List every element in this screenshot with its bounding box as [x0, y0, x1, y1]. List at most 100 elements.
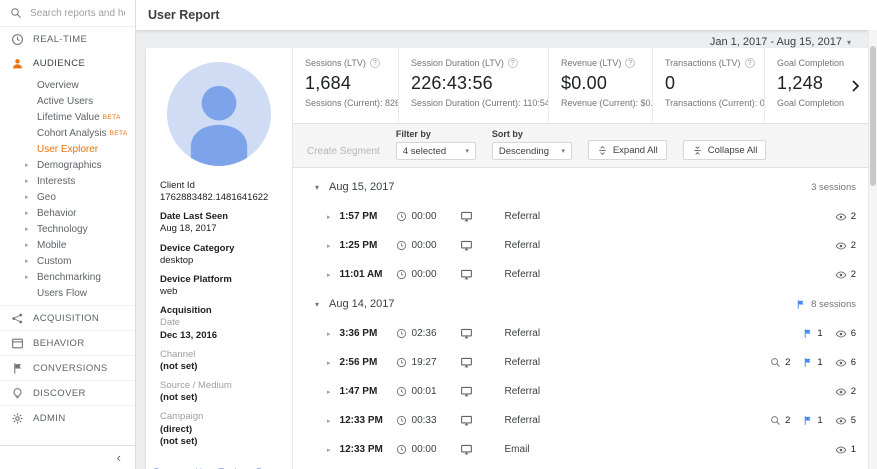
filter-by-group: Filter by 4 selected ▾ [396, 129, 476, 160]
sidebar-item-benchmarking[interactable]: ▸ Benchmarking [0, 269, 135, 285]
desktop-icon [460, 385, 473, 398]
expand-icon: ▸ [25, 241, 29, 249]
help-icon[interactable]: ? [745, 58, 755, 68]
session-duration: 00:00 [412, 444, 456, 455]
sidebar-item-behavior[interactable]: ▸Behavior [0, 205, 135, 221]
row-expand-icon[interactable]: ▸ [327, 271, 331, 279]
session-group-header[interactable]: ▾ Aug 15, 2017 3 sessions [293, 172, 856, 202]
expand-icon: ▸ [25, 273, 29, 281]
expand-all-button[interactable]: Expand All [588, 140, 667, 160]
sort-by-select[interactable]: Descending ▾ [492, 142, 572, 160]
sidebar-item-technology[interactable]: ▸Technology [0, 221, 135, 237]
sidebar-item-acquisition[interactable]: ACQUISITION [0, 305, 135, 330]
sidebar-item-active-users[interactable]: Active Users [0, 93, 135, 109]
session-duration: 02:36 [412, 328, 456, 339]
vertical-scrollbar[interactable] [868, 30, 877, 469]
sort-by-group: Sort by Descending ▾ [492, 129, 572, 160]
sidebar-item-overview[interactable]: Overview [0, 77, 135, 93]
pageviews-badge: 2 [835, 240, 856, 252]
row-expand-icon[interactable]: ▸ [327, 242, 331, 250]
sidebar-item-discover[interactable]: DISCOVER [0, 380, 135, 405]
clock-icon [396, 386, 407, 397]
session-row[interactable]: ▸ 11:01 AM 00:00 Referral 2 [293, 260, 856, 289]
sidebar-item-behavior-section[interactable]: BEHAVIOR [0, 330, 135, 355]
sidebar-item-label: DISCOVER [33, 388, 86, 399]
expand-icon: ▸ [25, 177, 29, 185]
group-session-count: 3 sessions [811, 182, 856, 193]
row-expand-icon[interactable]: ▸ [327, 388, 331, 396]
sidebar-item-interests[interactable]: ▸Interests [0, 173, 135, 189]
help-icon[interactable]: ? [508, 58, 518, 68]
sidebar-item-label: ADMIN [33, 413, 66, 424]
row-expand-icon[interactable]: ▸ [327, 330, 331, 338]
collapse-group-icon[interactable]: ▾ [315, 183, 319, 192]
scrollbar-thumb[interactable] [870, 46, 876, 186]
sort-by-label: Sort by [492, 129, 572, 139]
session-time: 1:47 PM [340, 386, 396, 397]
clock-icon [396, 328, 407, 339]
metric-label: Transactions (LTV) [665, 58, 741, 68]
desktop-icon [460, 268, 473, 281]
metric-value: 226:43:56 [411, 73, 536, 94]
filter-by-select[interactable]: 4 selected ▾ [396, 142, 476, 160]
sidebar-item-users-flow[interactable]: Users Flow [0, 285, 135, 301]
profile-fields: Client Id 1762883482.1481641622 Date Las… [146, 170, 292, 455]
metric-sub: Sessions (Current): 826 [305, 98, 386, 108]
session-row[interactable]: ▸ 12:33 PM 00:33 Referral 2 1 5 [293, 406, 856, 435]
session-group-header[interactable]: ▾ Aug 14, 2017 8 sessions [293, 289, 856, 319]
session-row[interactable]: ▸ 1:25 PM 00:00 Referral 2 [293, 231, 856, 260]
desktop-icon [460, 327, 473, 340]
sidebar-item-user-explorer[interactable]: User Explorer [0, 141, 135, 157]
sidebar-item-audience[interactable]: AUDIENCE [0, 51, 135, 75]
collapse-group-icon[interactable]: ▾ [315, 300, 319, 309]
session-row[interactable]: ▸ 3:36 PM 02:36 Referral 1 6 [293, 319, 856, 348]
clock-icon [396, 240, 407, 251]
sidebar-item-cohort-analysis[interactable]: Cohort AnalysisBETA [0, 125, 135, 141]
row-expand-icon[interactable]: ▸ [327, 446, 331, 454]
eye-icon [835, 328, 847, 340]
beta-badge: BETA [109, 130, 127, 137]
expand-icon: ▸ [25, 225, 29, 233]
sidebar-item-geo[interactable]: ▸Geo [0, 189, 135, 205]
sidebar-item-label: Benchmarking [37, 272, 101, 283]
sidebar-item-admin[interactable]: ADMIN [0, 405, 135, 430]
sidebar-item-lifetime-value[interactable]: Lifetime ValueBETA [0, 109, 135, 125]
flag-icon [802, 415, 813, 426]
sidebar-item-demographics[interactable]: ▸Demographics [0, 157, 135, 173]
row-expand-icon[interactable]: ▸ [327, 213, 331, 221]
collapse-all-button[interactable]: Collapse All [683, 140, 767, 160]
row-expand-icon[interactable]: ▸ [327, 359, 331, 367]
sidebar-item-realtime[interactable]: REAL-TIME [0, 27, 135, 51]
sidebar-item-mobile[interactable]: ▸ Mobile [0, 237, 135, 253]
sidebar-item-label: Geo [37, 192, 56, 203]
session-channel: Referral [505, 328, 541, 339]
eye-icon [835, 386, 847, 398]
create-segment-button[interactable]: Create Segment [307, 146, 380, 157]
sidebar-item-label: Mobile [37, 240, 66, 251]
eye-icon [835, 444, 847, 456]
expand-all-icon [597, 145, 608, 156]
sidebar-search[interactable] [0, 0, 135, 27]
session-row[interactable]: ▸ 1:57 PM 00:00 Referral 2 [293, 202, 856, 231]
eye-icon [835, 269, 847, 281]
field-client-id: Client Id 1762883482.1481641622 [160, 180, 278, 204]
metrics-scroll-right-button[interactable] [847, 78, 863, 94]
row-expand-icon[interactable]: ▸ [327, 417, 331, 425]
clock-icon [396, 211, 407, 222]
beta-badge: BETA [103, 114, 121, 121]
search-input[interactable] [30, 8, 125, 19]
session-row[interactable]: ▸ 12:33 PM 00:00 Email 1 [293, 435, 856, 464]
desktop-icon [460, 414, 473, 427]
sidebar-item-conversions[interactable]: CONVERSIONS [0, 355, 135, 380]
session-row[interactable]: ▸ 1:47 PM 00:01 Referral 2 [293, 377, 856, 406]
metric-session-duration: Session Duration (LTV)? 226:43:56 Sessio… [399, 48, 549, 123]
metric-sub: Revenue (Current): $0.00 [561, 98, 640, 108]
sidebar-collapse-button[interactable]: ‹ [0, 445, 135, 469]
help-icon[interactable]: ? [625, 58, 635, 68]
help-icon[interactable]: ? [370, 58, 380, 68]
metric-sub: Session Duration (Current): 110:54:17 [411, 98, 536, 108]
date-range-picker[interactable]: Jan 1, 2017 - Aug 15, 2017 ▾ [710, 36, 851, 48]
session-duration: 00:00 [412, 211, 456, 222]
sidebar-item-custom[interactable]: ▸Custom [0, 253, 135, 269]
session-row[interactable]: ▸ 2:56 PM 19:27 Referral 2 1 6 [293, 348, 856, 377]
